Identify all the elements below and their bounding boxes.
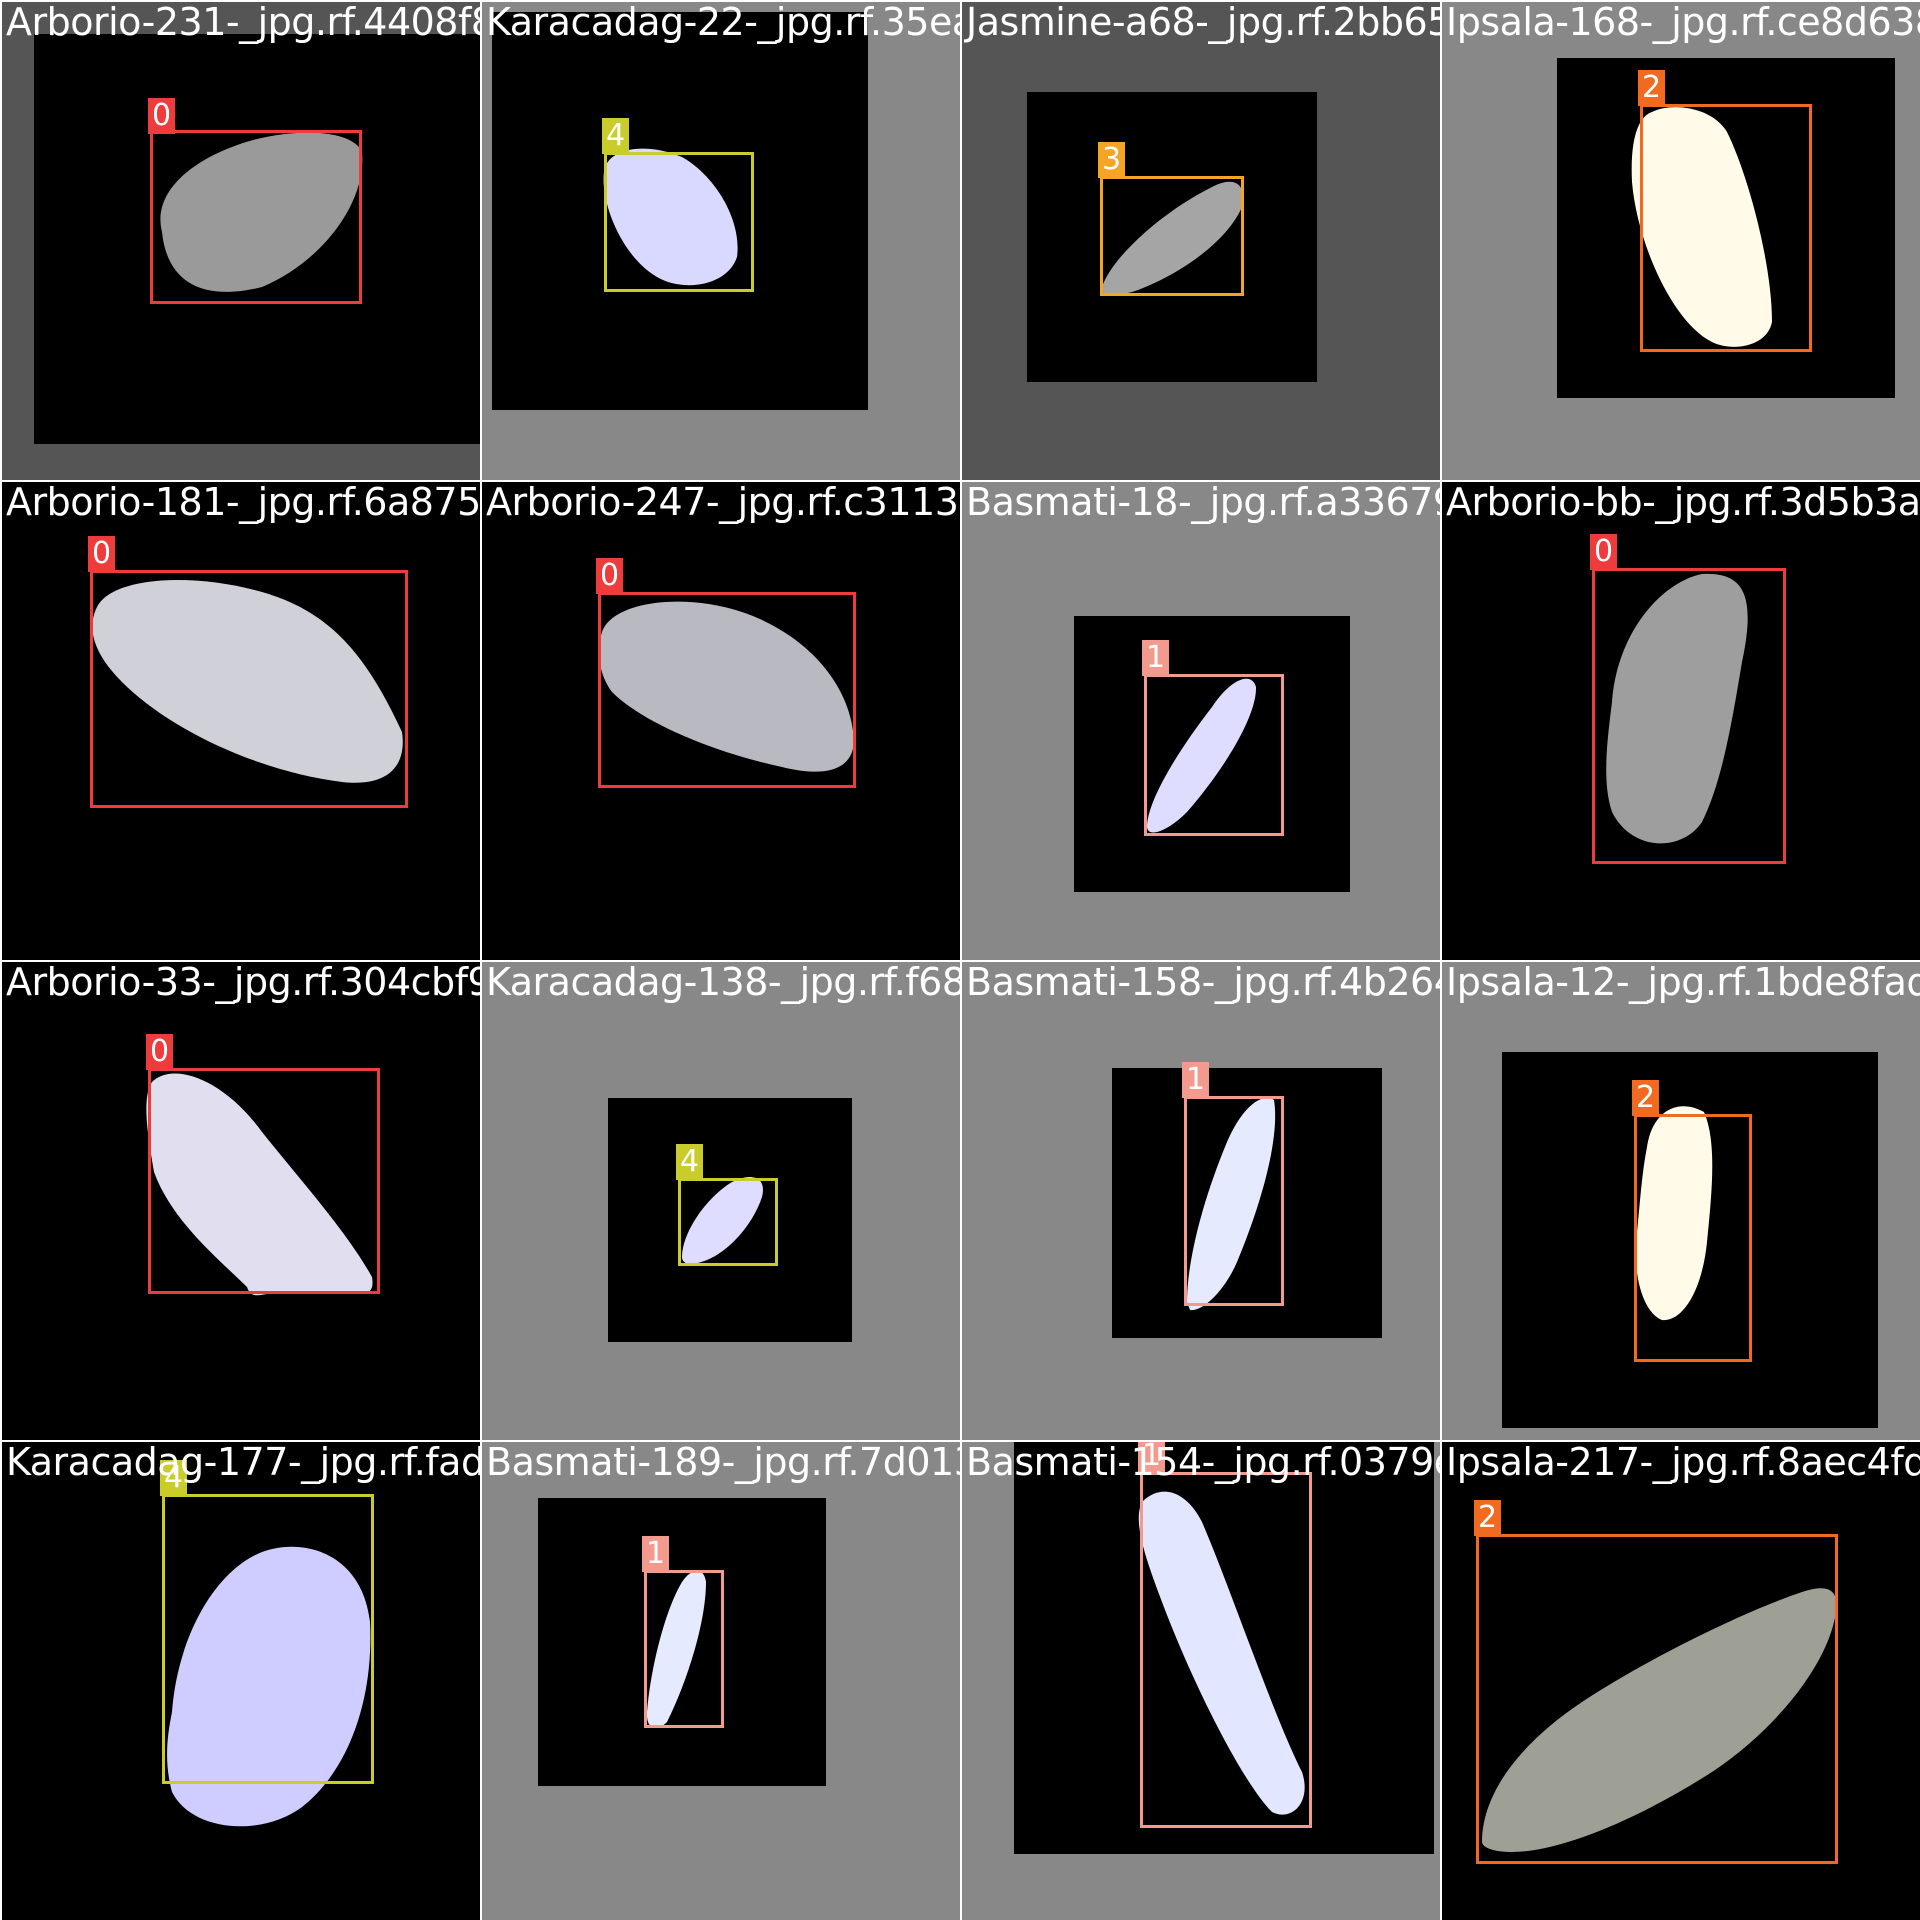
bounding-box: [1100, 176, 1244, 296]
class-label: 0: [1590, 534, 1618, 570]
image-filename: Basmati-158-_jpg.rf.4b26427b399012abac5: [966, 962, 1440, 1004]
tile-5: 0 Arborio-181-_jpg.rf.6a87533Ae3b3a21770: [2, 482, 480, 960]
bounding-box: [90, 570, 408, 808]
image-filename: Karacadag-22-_jpg.rf.35ea75b4010c4348338: [486, 2, 960, 44]
class-label: 0: [88, 536, 116, 572]
bounding-box: [1140, 1472, 1312, 1828]
bounding-box: [162, 1494, 374, 1784]
detection-mosaic: 0 Arborio-231-_jpg.rf.4408f8e34d4acbc3a7…: [0, 0, 1920, 1920]
tile-4: 2 Ipsala-168-_jpg.rf.ce8d638e: [1442, 2, 1920, 480]
class-label: 1: [642, 1536, 670, 1572]
bounding-box: [148, 1068, 380, 1294]
image-filename: Jasmine-a68-_jpg.rf.2bb658185a76873609: [966, 2, 1440, 44]
class-label: 2: [1638, 70, 1666, 106]
bounding-box: [678, 1178, 778, 1266]
tile-14: 1 Basmati-189-_jpg.rf.7d0131b8928a9d5da3: [482, 1442, 960, 1920]
image-filename: Basmati-18-_jpg.rf.a336798b9867c5b4a533: [966, 482, 1440, 524]
tile-6: 0 Arborio-247-_jpg.rf.c31138808a7c4d1b15…: [482, 482, 960, 960]
tile-3: 3 Jasmine-a68-_jpg.rf.2bb658185a76873609: [962, 2, 1440, 480]
image-filename: Ipsala-217-_jpg.rf.8aec4fdd4: [1446, 1442, 1920, 1484]
tile-8: 0 Arborio-bb-_jpg.rf.3d5b3af2c: [1442, 482, 1920, 960]
image-filename: Ipsala-12-_jpg.rf.1bde8fad30: [1446, 962, 1920, 1004]
class-label: 0: [596, 558, 624, 594]
tile-1: 0 Arborio-231-_jpg.rf.4408f8e34d4acbc3a7…: [2, 2, 480, 480]
bounding-box: [1184, 1096, 1284, 1306]
class-label: 2: [1632, 1080, 1660, 1116]
class-label: 2: [1474, 1500, 1502, 1536]
tile-2: 4 Karacadag-22-_jpg.rf.35ea75b4010c43483…: [482, 2, 960, 480]
bounding-box: [1476, 1534, 1838, 1864]
bounding-box: [1640, 104, 1812, 352]
tile-12: 2 Ipsala-12-_jpg.rf.1bde8fad30: [1442, 962, 1920, 1440]
bounding-box: [150, 130, 362, 304]
class-label: 0: [146, 1034, 174, 1070]
image-filename: Arborio-247-_jpg.rf.c31138808a7c4d1b159: [486, 482, 960, 524]
tile-9: 0 Arborio-33-_jpg.rf.304cbf999K340575631…: [2, 962, 480, 1440]
bounding-box: [1592, 568, 1786, 864]
tile-11: 1 Basmati-158-_jpg.rf.4b26427b399012abac…: [962, 962, 1440, 1440]
tile-16: 2 Ipsala-217-_jpg.rf.8aec4fdd4: [1442, 1442, 1920, 1920]
image-filename: Karacadag-177-_jpg.rf.fad7e3190495189130: [6, 1442, 480, 1484]
bounding-box: [1634, 1114, 1752, 1362]
tile-15: 1 Basmati-154-_jpg.rf.0379eaa4a3d0237a41…: [962, 1442, 1440, 1920]
class-label: 0: [148, 98, 176, 134]
image-filename: Basmati-154-_jpg.rf.0379eaa4a3d0237a4132: [966, 1442, 1440, 1484]
tile-10: 4 Karacadag-138-_jpg.rf.f68d1709d4a855b7: [482, 962, 960, 1440]
class-label: 4: [676, 1144, 704, 1180]
image-filename: Arborio-bb-_jpg.rf.3d5b3af2c: [1446, 482, 1920, 524]
image-filename: Arborio-33-_jpg.rf.304cbf999K340575631d3: [6, 962, 480, 1004]
image-filename: Arborio-181-_jpg.rf.6a87533Ae3b3a21770: [6, 482, 480, 524]
class-label: 3: [1098, 142, 1126, 178]
class-label: 1: [1182, 1062, 1210, 1098]
tile-13: 4 Karacadag-177-_jpg.rf.fad7e31904951891…: [2, 1442, 480, 1920]
image-filename: Karacadag-138-_jpg.rf.f68d1709d4a855b7: [486, 962, 960, 1004]
bounding-box: [644, 1570, 724, 1728]
bounding-box: [604, 152, 754, 292]
bounding-box: [598, 592, 856, 788]
image-filename: Basmati-189-_jpg.rf.7d0131b8928a9d5da3: [486, 1442, 960, 1484]
bounding-box: [1144, 674, 1284, 836]
class-label: 1: [1142, 640, 1170, 676]
tile-7: 1 Basmati-18-_jpg.rf.a336798b9867c5b4a53…: [962, 482, 1440, 960]
image-filename: Arborio-231-_jpg.rf.4408f8e34d4acbc3a782: [6, 2, 480, 44]
class-label: 4: [602, 118, 630, 154]
image-filename: Ipsala-168-_jpg.rf.ce8d638e: [1446, 2, 1920, 44]
